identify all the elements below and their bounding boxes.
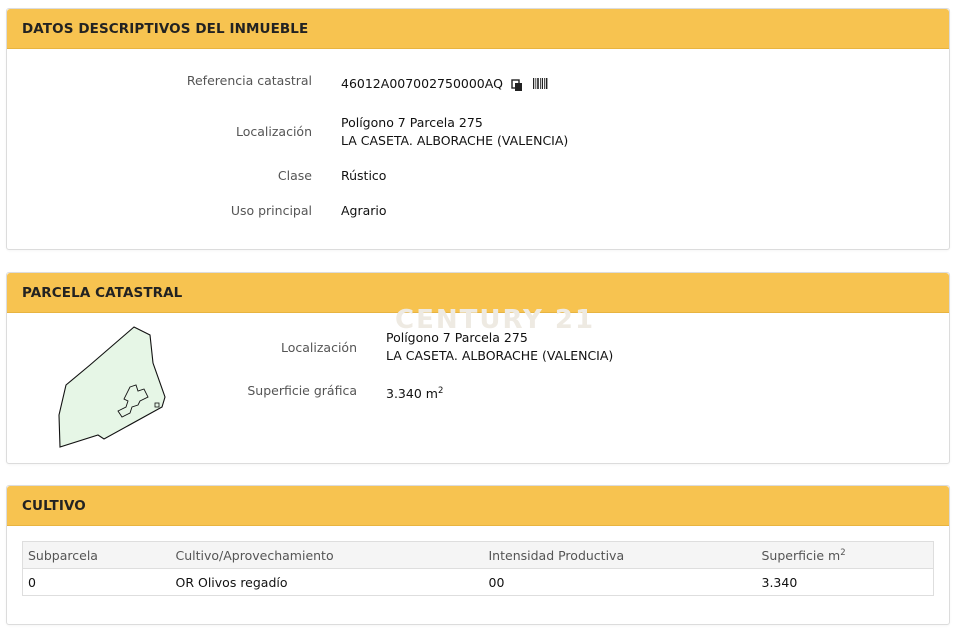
referencia-label: Referencia catastral [186, 73, 312, 88]
superficie-grafica-label: Superficie gráfica [247, 383, 357, 398]
superficie-grafica-value: 3.340 m2 [386, 382, 443, 403]
referencia-value: 46012A007002750000AQ [341, 76, 503, 91]
cell-intensidad: 00 [483, 568, 757, 596]
copy-icon[interactable] [511, 78, 523, 91]
col-cultivo: Cultivo/Aprovechamiento [170, 541, 484, 569]
superficie-grafica-sup: 2 [437, 386, 444, 396]
uso-label: Uso principal [230, 203, 312, 218]
localizacion-line1: Polígono 7 Parcela 275 [341, 115, 483, 130]
datos-descriptivos-panel: DATOS DESCRIPTIVOS DEL INMUEBLE Referenc… [6, 8, 950, 250]
cultivo-header: CULTIVO [7, 486, 949, 526]
clase-value: Rústico [341, 168, 387, 183]
cultivo-panel: CULTIVO Subparcela Cultivo/Aprovechamien… [6, 485, 950, 625]
col-subparcela: Subparcela [22, 541, 171, 569]
localizacion-line2: LA CASETA. ALBORACHE (VALENCIA) [341, 133, 569, 148]
barcode-icon[interactable] [532, 76, 548, 94]
cell-subparcela: 0 [22, 568, 171, 596]
datos-descriptivos-header: DATOS DESCRIPTIVOS DEL INMUEBLE [7, 9, 949, 49]
parcela-localizacion-label: Localización [280, 340, 357, 355]
parcela-localizacion-value: Polígono 7 Parcela 275 LA CASETA. ALBORA… [386, 329, 613, 365]
table-row: 0 OR Olivos regadío 00 3.340 [22, 568, 934, 596]
parcela-catastral-panel: PARCELA CATASTRAL CENTURY 21 Localizació… [6, 272, 950, 464]
col-superficie: Superficie m2 [756, 541, 934, 569]
parcela-localizacion-line1: Polígono 7 Parcela 275 [386, 330, 528, 345]
col-superficie-label: Superficie m [761, 547, 841, 563]
localizacion-value: Polígono 7 Parcela 275 LA CASETA. ALBORA… [341, 114, 568, 150]
referencia-row: 46012A007002750000AQ [341, 75, 548, 94]
parcela-localizacion-line2: LA CASETA. ALBORACHE (VALENCIA) [386, 348, 614, 363]
cultivo-table-header-row: Subparcela Cultivo/Aprovechamiento Inten… [22, 541, 934, 569]
col-superficie-sup: 2 [840, 547, 846, 558]
cell-cultivo: OR Olivos regadío [170, 568, 484, 596]
superficie-grafica-number: 3.340 m [386, 386, 438, 401]
col-intensidad: Intensidad Productiva [483, 541, 757, 569]
cultivo-table: Subparcela Cultivo/Aprovechamiento Inten… [22, 541, 934, 596]
uso-value: Agrario [341, 203, 387, 218]
cell-superficie: 3.340 [756, 568, 934, 596]
clase-label: Clase [277, 168, 312, 183]
localizacion-label: Localización [235, 124, 312, 139]
